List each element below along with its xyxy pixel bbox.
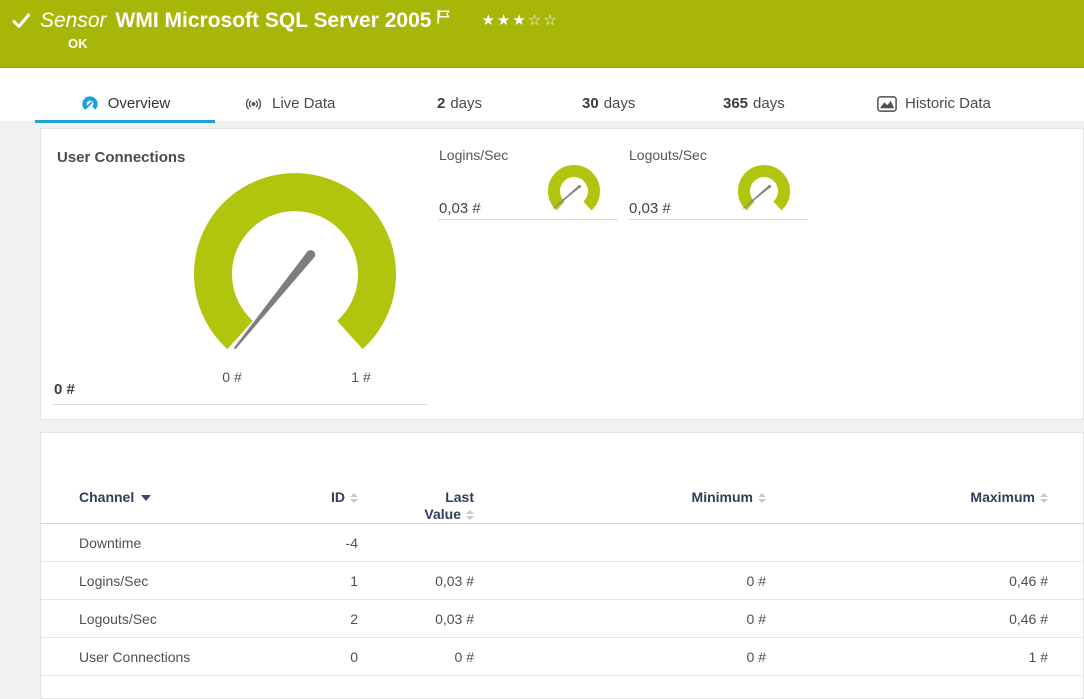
logins-gauge-group: Logins/Sec 0,03 #	[438, 141, 618, 220]
tab-bar: Overview Live Data 2 days 30 days 365 da…	[0, 68, 1084, 121]
live-data-icon	[243, 94, 264, 114]
channel-id-cell: 0	[281, 638, 358, 676]
sort-arrows-icon	[1040, 493, 1048, 503]
last-value-header-line2: Value	[424, 506, 461, 523]
tab-365-days[interactable]: 365 days	[723, 86, 785, 121]
channel-header-label: Channel	[79, 489, 134, 506]
channels-table-panel: Channel ID Last Value	[40, 432, 1084, 699]
id-header-label: ID	[331, 489, 345, 506]
primary-gauge-title: User Connections	[57, 149, 185, 166]
channel-name-cell: User Connections	[41, 638, 281, 676]
logouts-gauge-group: Logouts/Sec 0,03 #	[628, 141, 808, 220]
last-value-header-line1: Last	[358, 489, 474, 506]
channel-last-value-cell	[358, 524, 474, 562]
channel-minimum-cell	[474, 524, 766, 562]
divider	[53, 404, 427, 405]
channel-id-cell: -4	[281, 524, 358, 562]
channel-minimum-cell: 0 #	[474, 600, 766, 638]
tab-30-days-number: 30	[582, 95, 599, 112]
overview-gauges-panel: User Connections 0 # 1 # 0 # Logins/Sec …	[40, 128, 1084, 420]
spacer-cell	[1048, 600, 1084, 638]
tab-2-days[interactable]: 2 days	[437, 86, 482, 121]
tab-2-days-number: 2	[437, 95, 445, 112]
spacer-cell	[1048, 562, 1084, 600]
tab-2-days-label: days	[450, 95, 482, 112]
active-tab-underline	[35, 120, 215, 123]
spacer-column	[1048, 463, 1084, 524]
logins-gauge	[546, 165, 604, 219]
channel-minimum-cell: 0 #	[474, 562, 766, 600]
channel-name-cell: Downtime	[41, 524, 281, 562]
channel-last-value-cell: 0,03 #	[358, 600, 474, 638]
channel-maximum-cell	[766, 524, 1048, 562]
logouts-gauge	[736, 165, 794, 219]
channels-table: Channel ID Last Value	[41, 463, 1084, 676]
table-row-user-connections[interactable]: User Connections 0 0 # 0 # 1 #	[41, 638, 1084, 676]
sort-descending-icon	[141, 495, 151, 501]
channel-id-cell: 1	[281, 562, 358, 600]
table-header-row: Channel ID Last Value	[41, 463, 1084, 524]
tab-historic-data-label: Historic Data	[905, 95, 991, 112]
tab-live-data-label: Live Data	[272, 95, 335, 112]
tab-overview[interactable]: Overview	[35, 86, 215, 121]
channel-last-value-cell: 0,03 #	[358, 562, 474, 600]
channel-name-cell: Logouts/Sec	[41, 600, 281, 638]
table-row-logins[interactable]: Logins/Sec 1 0,03 # 0 # 0,46 #	[41, 562, 1084, 600]
tab-30-days-label: days	[604, 95, 636, 112]
maximum-header-label: Maximum	[970, 489, 1035, 506]
spacer-cell	[1048, 638, 1084, 676]
logouts-gauge-title: Logouts/Sec	[629, 147, 707, 163]
gauge-scale-max: 1 #	[341, 369, 381, 385]
channel-maximum-cell: 1 #	[766, 638, 1048, 676]
user-connections-gauge	[191, 151, 451, 386]
channel-id-cell: 2	[281, 600, 358, 638]
gauge-icon	[80, 94, 100, 113]
sensor-header: Sensor WMI Microsoft SQL Server 2005 ★★★…	[0, 0, 1084, 68]
logouts-gauge-value: 0,03 #	[629, 200, 671, 217]
flag-icon[interactable]	[436, 9, 451, 30]
page-content: User Connections 0 # 1 # 0 # Logins/Sec …	[0, 121, 1084, 699]
primary-gauge-value: 0 #	[54, 381, 75, 398]
column-header-last-value[interactable]: Last Value	[358, 463, 474, 524]
column-header-maximum[interactable]: Maximum	[766, 463, 1048, 524]
sort-arrows-icon	[466, 510, 474, 520]
sensor-type-label: Sensor	[40, 8, 107, 34]
column-header-channel[interactable]: Channel	[41, 463, 281, 524]
sort-arrows-icon	[758, 493, 766, 503]
priority-rating-stars[interactable]: ★★★☆☆	[481, 11, 558, 29]
spacer-cell	[1048, 524, 1084, 562]
status-badge: OK	[68, 36, 88, 51]
table-row-downtime[interactable]: Downtime -4	[41, 524, 1084, 562]
sensor-title: WMI Microsoft SQL Server 2005	[116, 8, 432, 34]
tab-live-data[interactable]: Live Data	[243, 86, 335, 121]
gauge-scale-min: 0 #	[212, 369, 252, 385]
minimum-header-label: Minimum	[692, 489, 753, 506]
channel-maximum-cell: 0,46 #	[766, 600, 1048, 638]
column-header-minimum[interactable]: Minimum	[474, 463, 766, 524]
tab-30-days[interactable]: 30 days	[582, 86, 635, 121]
status-ok-check-icon	[12, 13, 31, 34]
tab-365-days-number: 365	[723, 95, 748, 112]
channel-minimum-cell: 0 #	[474, 638, 766, 676]
logins-gauge-title: Logins/Sec	[439, 147, 508, 163]
tab-historic-data[interactable]: Historic Data	[877, 86, 991, 121]
channel-last-value-cell: 0 #	[358, 638, 474, 676]
logins-gauge-value: 0,03 #	[439, 200, 481, 217]
tab-overview-label: Overview	[108, 95, 171, 112]
sort-arrows-icon	[350, 493, 358, 503]
column-header-id[interactable]: ID	[281, 463, 358, 524]
table-row-logouts[interactable]: Logouts/Sec 2 0,03 # 0 # 0,46 #	[41, 600, 1084, 638]
channel-name-cell: Logins/Sec	[41, 562, 281, 600]
historic-chart-icon	[877, 96, 897, 112]
tab-365-days-label: days	[753, 95, 785, 112]
channel-maximum-cell: 0,46 #	[766, 562, 1048, 600]
